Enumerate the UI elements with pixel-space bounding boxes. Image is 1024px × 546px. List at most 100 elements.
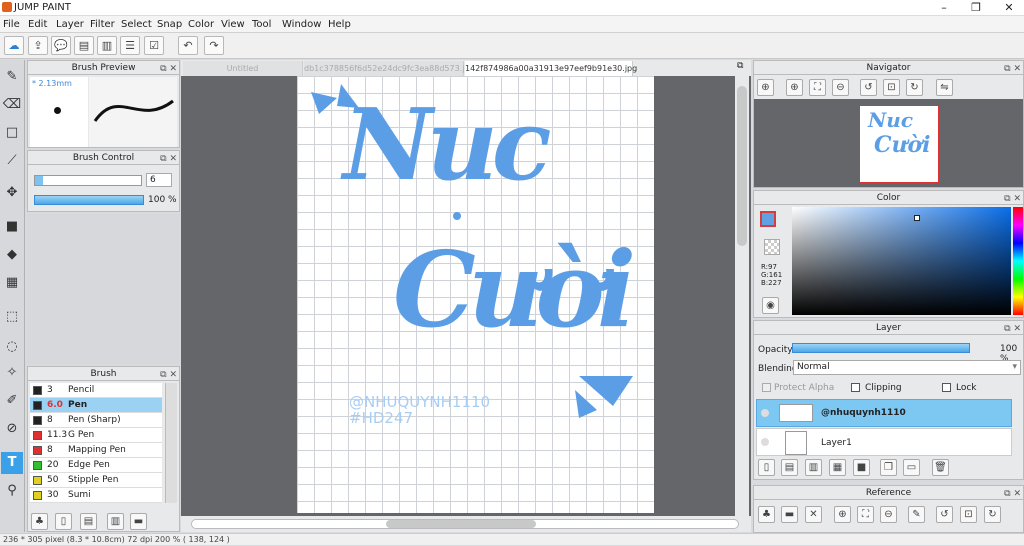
- menu-layer[interactable]: Layer: [56, 19, 84, 30]
- rectangle-tool-icon[interactable]: □: [1, 122, 23, 144]
- fill-rect-tool-icon[interactable]: ■: [1, 216, 23, 238]
- select-rect-icon[interactable]: ⬚: [1, 306, 23, 328]
- panel-close-icon[interactable]: ⧉ ✕: [1004, 192, 1021, 206]
- ref-rotate-reset-icon[interactable]: ⊡: [960, 506, 977, 523]
- text-tool-icon[interactable]: T: [1, 452, 23, 474]
- menu-file[interactable]: File: [3, 19, 20, 30]
- brush-item[interactable]: 8 Mapping Pen: [30, 443, 162, 458]
- restore-button[interactable]: ❐: [962, 0, 990, 16]
- minimize-button[interactable]: –: [930, 0, 958, 16]
- eyedropper-tool-icon[interactable]: ⚲: [1, 480, 23, 502]
- lock-checkbox[interactable]: [942, 383, 951, 392]
- comment-icon[interactable]: 💬: [51, 36, 71, 55]
- navigator-view[interactable]: Nuc Cười: [754, 99, 1023, 187]
- gradient-tool-icon[interactable]: ▦: [1, 272, 23, 294]
- ref-fit-icon[interactable]: ⛶: [857, 506, 874, 523]
- tab-image-2[interactable]: 142f874986a00a31913e97eef9b91e30.jpg: [465, 61, 637, 76]
- bucket-tool-icon[interactable]: ◆: [1, 244, 23, 266]
- rotate-left-icon[interactable]: ↺: [860, 79, 877, 96]
- menu-tool[interactable]: Tool: [252, 19, 271, 30]
- brush-item[interactable]: 30 Sumi: [30, 488, 162, 503]
- checklist-icon[interactable]: ☑: [144, 36, 164, 55]
- rotate-right-icon[interactable]: ↻: [906, 79, 923, 96]
- canvas-panel-icon[interactable]: ⧉: [737, 61, 743, 71]
- tab-untitled[interactable]: Untitled: [183, 61, 303, 76]
- ref-open-icon[interactable]: ▬: [781, 506, 798, 523]
- menu-color[interactable]: Color: [188, 19, 214, 30]
- magic-wand-icon[interactable]: ✧: [1, 362, 23, 384]
- share-icon[interactable]: ⇪: [28, 36, 48, 55]
- ref-eyedropper-icon[interactable]: ✎: [908, 506, 925, 523]
- panel-close-icon[interactable]: ⧉ ✕: [1004, 322, 1021, 336]
- drawing-canvas[interactable]: Nuc Cười @NHUQUYNH1110 #HD247: [297, 76, 654, 513]
- folder-layer-icon[interactable]: ■: [853, 459, 870, 476]
- secondary-color-swatch[interactable]: [764, 239, 780, 255]
- panel-close-icon[interactable]: ⧉ ✕: [160, 368, 177, 382]
- copy-icon[interactable]: ▤: [80, 513, 97, 530]
- new-raster-icon[interactable]: ▤: [781, 459, 798, 476]
- line-tool-icon[interactable]: ⟋: [1, 150, 23, 172]
- ref-zoom-out-icon[interactable]: ⊖: [880, 506, 897, 523]
- delete-layer-icon[interactable]: 🗑: [932, 459, 949, 476]
- list-icon[interactable]: ☰: [120, 36, 140, 55]
- vertical-scrollbar[interactable]: [735, 76, 749, 516]
- size-input[interactable]: 6: [146, 173, 172, 187]
- new-page-icon[interactable]: ▯: [55, 513, 72, 530]
- menu-window[interactable]: Window: [282, 19, 321, 30]
- menu-view[interactable]: View: [221, 19, 245, 30]
- brush-item[interactable]: 11.3 G Pen: [30, 428, 162, 443]
- undo-icon[interactable]: ↶: [178, 36, 198, 55]
- layer-row[interactable]: Layer1: [756, 428, 1012, 456]
- panel-close-icon[interactable]: ⧉ ✕: [160, 152, 177, 166]
- tab-image-1[interactable]: db1c378856f6d52e24dc9fc3ea88d573.jpg: [304, 61, 475, 76]
- panel-close-icon[interactable]: ⧉ ✕: [1004, 62, 1021, 76]
- menu-help[interactable]: Help: [328, 19, 351, 30]
- panel-close-icon[interactable]: ⧉ ✕: [1004, 487, 1021, 501]
- zoom-fit-icon[interactable]: ⊕: [757, 79, 774, 96]
- brush-item[interactable]: 20 Edge Pen: [30, 458, 162, 473]
- rotate-reset-icon[interactable]: ⊡: [883, 79, 900, 96]
- redo-icon[interactable]: ↷: [204, 36, 224, 55]
- size-slider[interactable]: [34, 175, 142, 186]
- new-text-layer-icon[interactable]: ▥: [805, 459, 822, 476]
- zoom-out-icon[interactable]: ⊖: [832, 79, 849, 96]
- palette-icon[interactable]: ◉: [762, 297, 779, 314]
- select-pen-icon[interactable]: ✐: [1, 390, 23, 412]
- brush-item[interactable]: 50 Stipple Pen: [30, 473, 162, 488]
- fit-window-icon[interactable]: ⛶: [809, 79, 826, 96]
- document-icon[interactable]: ▥: [97, 36, 117, 55]
- brush-add-icon[interactable]: ♣: [31, 513, 48, 530]
- ref-rotate-right-icon[interactable]: ↻: [984, 506, 1001, 523]
- primary-color-swatch[interactable]: [760, 211, 776, 227]
- color-picker-field[interactable]: [792, 207, 1011, 315]
- clipping-checkbox[interactable]: [851, 383, 860, 392]
- folder-icon[interactable]: ▬: [130, 513, 147, 530]
- ref-zoom-in-icon[interactable]: ⊕: [834, 506, 851, 523]
- brush-item[interactable]: 3 Pencil: [30, 383, 162, 398]
- move-tool-icon[interactable]: ✥: [1, 182, 23, 204]
- flip-icon[interactable]: ⇋: [936, 79, 953, 96]
- layer-row[interactable]: @nhuquynh1110: [756, 399, 1012, 427]
- cloud-icon[interactable]: ☁: [4, 36, 24, 55]
- message-icon[interactable]: ▤: [74, 36, 94, 55]
- zoom-in-icon[interactable]: ⊕: [786, 79, 803, 96]
- protect-alpha-checkbox[interactable]: [762, 383, 771, 392]
- new-tone-layer-icon[interactable]: ▦: [829, 459, 846, 476]
- blending-select[interactable]: Normal ▾: [793, 360, 1021, 375]
- brush-item[interactable]: 8 Pen (Sharp): [30, 413, 162, 428]
- eraser-tool-icon[interactable]: ⌫: [1, 94, 23, 116]
- menu-select[interactable]: Select: [121, 19, 152, 30]
- select-eraser-icon[interactable]: ⊘: [1, 418, 23, 440]
- duplicate-layer-icon[interactable]: ❐: [880, 459, 897, 476]
- settings-doc-icon[interactable]: ▥: [107, 513, 124, 530]
- menu-filter[interactable]: Filter: [90, 19, 115, 30]
- new-layer-icon[interactable]: ▯: [758, 459, 775, 476]
- brush-tool-icon[interactable]: ✎: [1, 66, 23, 88]
- ref-rotate-left-icon[interactable]: ↺: [936, 506, 953, 523]
- menu-edit[interactable]: Edit: [28, 19, 47, 30]
- ref-close-icon[interactable]: ✕: [805, 506, 822, 523]
- brush-item[interactable]: 6.0 Pen: [30, 398, 162, 413]
- close-button[interactable]: ✕: [995, 0, 1023, 16]
- opacity-slider[interactable]: [34, 195, 144, 205]
- layer-opacity-slider[interactable]: [792, 343, 970, 353]
